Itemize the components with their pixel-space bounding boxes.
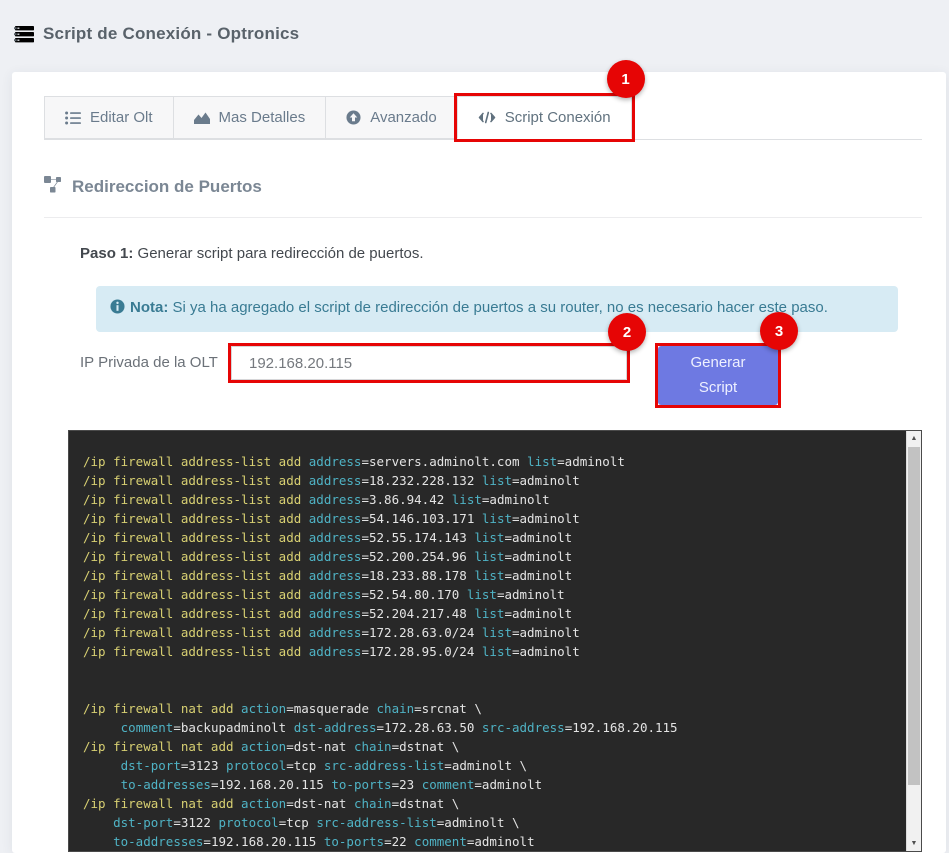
scrollbar-thumb[interactable]	[908, 447, 920, 785]
script-output-panel: /ip firewall address-list add address=se…	[68, 430, 922, 852]
info-icon	[110, 299, 125, 320]
tab-label: Script Conexión	[505, 109, 611, 126]
step-1-description: Generar script para redirección de puert…	[133, 245, 423, 262]
page-title: Script de Conexión - Optronics	[43, 24, 299, 44]
note-label: Nota:	[130, 299, 168, 316]
sitemap-icon	[44, 176, 62, 198]
ip-input-highlight: 2	[228, 343, 630, 383]
code-icon	[478, 111, 496, 124]
ip-label: IP Privada de la OLT	[80, 343, 228, 374]
generate-button-highlight: Generar Script 3	[655, 343, 781, 408]
tab-label: Mas Detalles	[219, 109, 306, 126]
step-1-label: Paso 1:	[80, 245, 133, 262]
ip-form-row: IP Privada de la OLT 2 Generar Script 3	[80, 343, 922, 408]
step-badge-2: 2	[608, 313, 646, 351]
content-card: Editar Olt Mas Detalles Avanzado	[12, 72, 946, 853]
section-heading: Redireccion de Puertos	[44, 176, 922, 198]
scroll-up-arrow[interactable]: ▲	[907, 431, 921, 446]
list-icon	[65, 111, 81, 125]
step-badge-1: 1	[607, 60, 645, 98]
chart-area-icon	[194, 111, 210, 125]
arrow-up-circle-icon	[346, 110, 361, 125]
page-header: Script de Conexión - Optronics	[0, 0, 949, 44]
note-text: Si ya ha agregado el script de redirecci…	[168, 299, 828, 316]
tab-bar: Editar Olt Mas Detalles Avanzado	[44, 96, 922, 140]
ip-input[interactable]	[231, 346, 627, 380]
tab-avanzado[interactable]: Avanzado	[325, 96, 457, 139]
tab-script-conexion[interactable]: Script Conexión 1	[457, 96, 632, 139]
tab-label: Avanzado	[370, 109, 436, 126]
divider	[44, 217, 922, 218]
scroll-down-arrow[interactable]: ▼	[907, 836, 921, 851]
generate-script-button[interactable]: Generar Script	[658, 346, 778, 405]
step-1-text: Paso 1: Generar script para redirección …	[80, 245, 922, 262]
section-heading-label: Redireccion de Puertos	[72, 177, 262, 197]
script-output: /ip firewall address-list add address=se…	[69, 431, 921, 851]
scrollbar[interactable]: ▲ ▼	[906, 431, 921, 851]
server-icon	[14, 26, 34, 43]
tab-mas-detalles[interactable]: Mas Detalles	[173, 96, 327, 139]
tab-editar-olt[interactable]: Editar Olt	[44, 96, 174, 139]
step-badge-3: 3	[760, 312, 798, 350]
tab-label: Editar Olt	[90, 109, 153, 126]
